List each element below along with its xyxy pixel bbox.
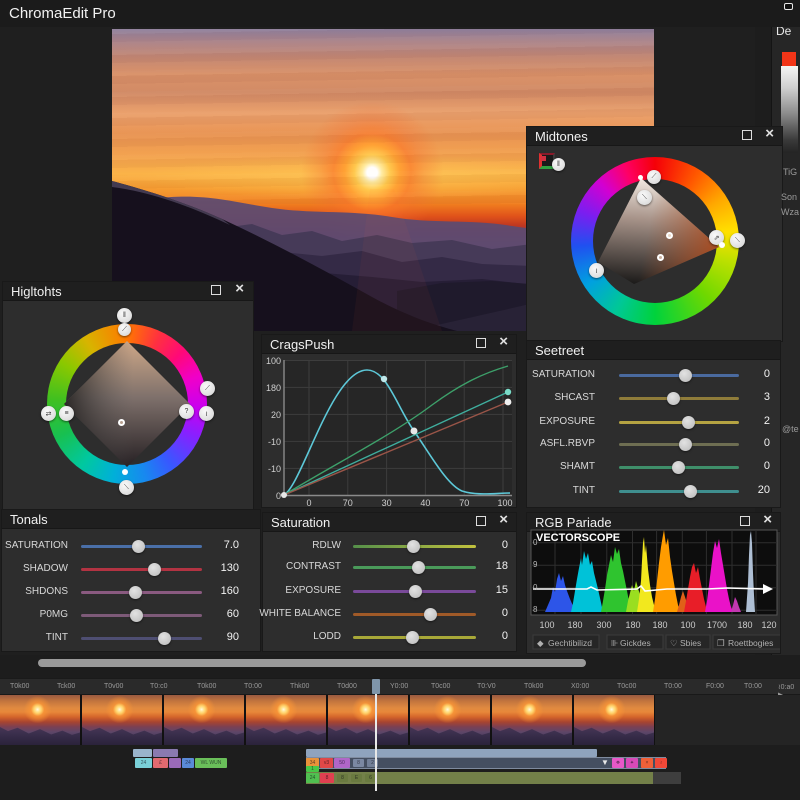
svg-text:100: 100: [497, 498, 512, 507]
svg-text:Roettbogies: Roettbogies: [728, 638, 773, 648]
svg-text:-10: -10: [268, 464, 281, 474]
svg-text:♡: ♡: [670, 638, 678, 648]
svg-text:120: 120: [761, 620, 776, 630]
svg-text:40: 40: [420, 498, 430, 507]
svg-text:❒: ❒: [717, 638, 725, 648]
svg-text:30: 30: [382, 498, 392, 507]
svg-text:180: 180: [625, 620, 640, 630]
svg-text:1700: 1700: [707, 620, 727, 630]
svg-text:100: 100: [680, 620, 695, 630]
svg-text:180: 180: [652, 620, 667, 630]
svg-text:70: 70: [459, 498, 469, 507]
svg-text:0: 0: [306, 498, 311, 507]
svg-text:70: 70: [343, 498, 353, 507]
svg-text:⊪: ⊪: [611, 638, 619, 648]
svg-text:100: 100: [539, 620, 554, 630]
svg-text:300: 300: [596, 620, 611, 630]
svg-text:Gechtibilizd: Gechtibilizd: [548, 638, 592, 648]
svg-text:180: 180: [567, 620, 582, 630]
svg-text:0: 0: [533, 583, 538, 592]
svg-text:VECTORSCOPE: VECTORSCOPE: [536, 532, 620, 544]
svg-text:0: 0: [276, 491, 281, 501]
svg-text:100: 100: [266, 356, 281, 366]
svg-text:Gickdes: Gickdes: [620, 638, 651, 648]
svg-text:8: 8: [533, 605, 538, 614]
svg-text:9: 9: [533, 560, 538, 569]
svg-text:180: 180: [266, 383, 281, 393]
svg-text:◆: ◆: [537, 638, 544, 648]
svg-text:0: 0: [533, 538, 538, 547]
svg-text:20: 20: [271, 410, 281, 420]
svg-text:Sbies: Sbies: [680, 638, 701, 648]
svg-text:180: 180: [737, 620, 752, 630]
svg-text:-10: -10: [268, 437, 281, 447]
